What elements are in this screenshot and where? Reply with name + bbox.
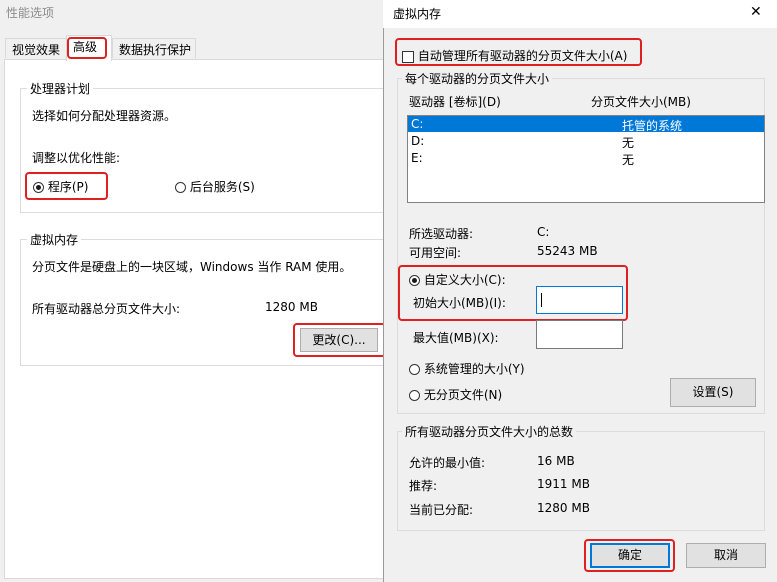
dialog-title: 虚拟内存	[393, 7, 442, 21]
highlight-programs	[25, 172, 108, 200]
highlight-advanced-tab	[67, 37, 107, 59]
max-size-input[interactable]	[536, 320, 623, 349]
window-title: 性能选项	[6, 6, 55, 20]
tab-visual-effects[interactable]: 视觉效果	[5, 38, 67, 58]
drive-letter: E:	[411, 151, 423, 165]
allocated-value: 1280 MB	[537, 501, 590, 515]
set-button[interactable]: 设置(S)	[670, 378, 756, 407]
allocated-label: 当前已分配:	[409, 503, 474, 517]
free-space-value: 55243 MB	[537, 244, 598, 258]
radio-background[interactable]: 后台服务(S)	[175, 178, 255, 195]
drive-size: 托管的系统	[622, 119, 683, 133]
drive-row-c[interactable]: C: 托管的系统	[408, 116, 764, 133]
highlight-custom-size	[398, 265, 628, 321]
system-managed-label: 系统管理的大小(Y)	[423, 362, 525, 376]
highlight-ok-button	[584, 539, 675, 572]
vm-group-title: 虚拟内存	[27, 231, 82, 248]
cancel-button[interactable]: 取消	[686, 543, 766, 568]
radio-background-label: 后台服务(S)	[189, 180, 255, 194]
drive-size: 无	[622, 153, 635, 167]
vm-total-label: 所有驱动器总分页文件大小:	[32, 302, 181, 316]
totals-group-title: 所有驱动器分页文件大小的总数	[402, 423, 577, 440]
no-paging-label: 无分页文件(N)	[423, 388, 503, 402]
radio-system-managed[interactable]: 系统管理的大小(Y)	[409, 360, 525, 377]
processor-group-title: 处理器计划	[27, 80, 94, 97]
drive-size: 无	[622, 136, 635, 150]
adjust-label: 调整以优化性能:	[32, 151, 121, 165]
radio-system-managed-indicator[interactable]	[409, 364, 420, 375]
min-label: 允许的最小值:	[409, 456, 486, 470]
drive-list[interactable]: C: 托管的系统 D: 无 E: 无	[407, 115, 765, 203]
recommended-label: 推荐:	[409, 479, 438, 493]
col-size-header: 分页文件大小(MB)	[591, 95, 691, 109]
radio-no-paging-indicator[interactable]	[409, 390, 420, 401]
max-size-label: 最大值(MB)(X):	[413, 331, 499, 345]
radio-background-indicator[interactable]	[175, 182, 186, 193]
dialog-titlebar	[383, 0, 777, 28]
col-drive-header: 驱动器 [卷标](D)	[409, 95, 501, 109]
min-value: 16 MB	[537, 454, 575, 468]
tab-dep[interactable]: 数据执行保护	[112, 38, 196, 58]
free-space-label: 可用空间:	[409, 246, 462, 260]
processor-description: 选择如何分配处理器资源。	[32, 109, 177, 123]
close-icon[interactable]: ✕	[750, 4, 762, 20]
highlight-auto-manage	[395, 38, 642, 66]
selected-drive-value: C:	[537, 225, 550, 239]
drive-row-e[interactable]: E: 无	[408, 150, 764, 167]
drive-letter: C:	[411, 117, 424, 131]
selected-drive-label: 所选驱动器:	[409, 227, 474, 241]
vm-total-value: 1280 MB	[265, 300, 318, 314]
recommended-value: 1911 MB	[537, 477, 590, 491]
radio-no-paging[interactable]: 无分页文件(N)	[409, 386, 502, 403]
highlight-change-button	[293, 323, 386, 357]
drive-row-d[interactable]: D: 无	[408, 133, 764, 150]
vm-description: 分页文件是硬盘上的一块区域，Windows 当作 RAM 使用。	[32, 260, 352, 274]
per-drive-group-title: 每个驱动器的分页文件大小	[402, 70, 553, 87]
drive-letter: D:	[411, 134, 425, 148]
